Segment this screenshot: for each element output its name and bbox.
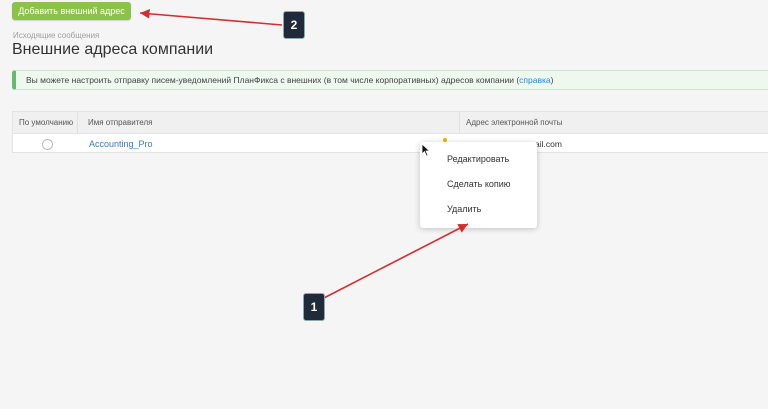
arrow-to-add-button [139, 9, 283, 26]
context-menu: Редактировать Сделать копию Удалить [420, 142, 537, 228]
annotation-badge-2: 2 [283, 11, 305, 39]
info-banner: Вы можете настроить отправку писем-уведо… [12, 70, 768, 90]
column-email[interactable]: Адрес электронной почты [460, 112, 768, 133]
add-external-address-button[interactable]: Добавить внешний адрес [12, 2, 131, 20]
annotation-badge-1: 1 [303, 293, 325, 321]
sender-name-link[interactable]: Accounting_Pro [89, 139, 153, 149]
column-default[interactable]: По умолчанию [13, 112, 78, 133]
table-row[interactable]: Accounting_Pro ail.com [13, 134, 768, 154]
info-suffix: ) [550, 75, 554, 85]
menu-item-delete[interactable]: Удалить [447, 204, 481, 214]
default-radio[interactable] [42, 139, 53, 150]
menu-item-copy[interactable]: Сделать копию [447, 179, 511, 189]
page-title: Внешние адреса компании [12, 41, 214, 58]
breadcrumb[interactable]: Исходящие сообщения [13, 31, 99, 40]
help-link[interactable]: справка [519, 75, 550, 85]
email-cell: ail.com [535, 139, 562, 149]
menu-item-edit[interactable]: Редактировать [447, 154, 509, 164]
mouse-cursor-icon [421, 143, 431, 157]
annotation-arrows [139, 9, 469, 301]
info-text: Вы можете настроить отправку писем-уведо… [26, 75, 520, 85]
table-header: По умолчанию Имя отправителя Адрес элект… [13, 112, 768, 134]
arrow-to-delete-item [319, 223, 469, 301]
addresses-table: По умолчанию Имя отправителя Адрес элект… [12, 111, 768, 153]
column-sender-name[interactable]: Имя отправителя [78, 112, 460, 133]
